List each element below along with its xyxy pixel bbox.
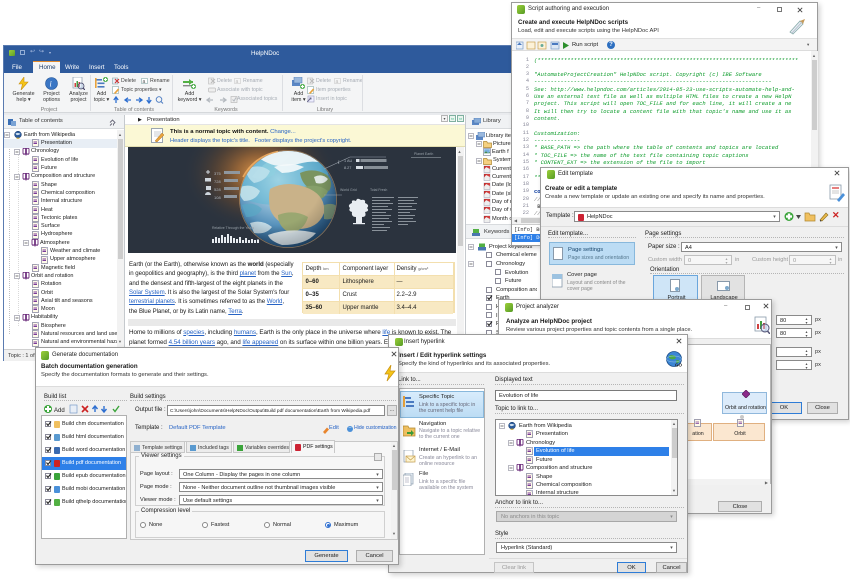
- svg-text:a: a: [336, 79, 339, 85]
- svg-text:1 AU: 1 AU: [344, 159, 352, 163]
- svg-text:375: 375: [214, 171, 221, 176]
- svg-text:GO: GO: [675, 363, 683, 368]
- svg-text:World Grid: World Grid: [340, 188, 357, 192]
- svg-text:a: a: [143, 79, 146, 85]
- svg-text:108: 108: [214, 195, 221, 200]
- svg-text:a: a: [236, 79, 239, 85]
- svg-text:528: 528: [214, 187, 221, 192]
- svg-text:Planet Earth: Planet Earth: [414, 152, 433, 156]
- svg-text:Total Fresh: Total Fresh: [370, 188, 387, 192]
- svg-text:728: 728: [214, 179, 221, 184]
- svg-text:8.27: 8.27: [344, 166, 351, 170]
- svg-text:Relative Through the Years: Relative Through the Years: [212, 226, 254, 230]
- svg-text:Add: Add: [54, 408, 65, 414]
- svg-text:i: i: [50, 80, 52, 89]
